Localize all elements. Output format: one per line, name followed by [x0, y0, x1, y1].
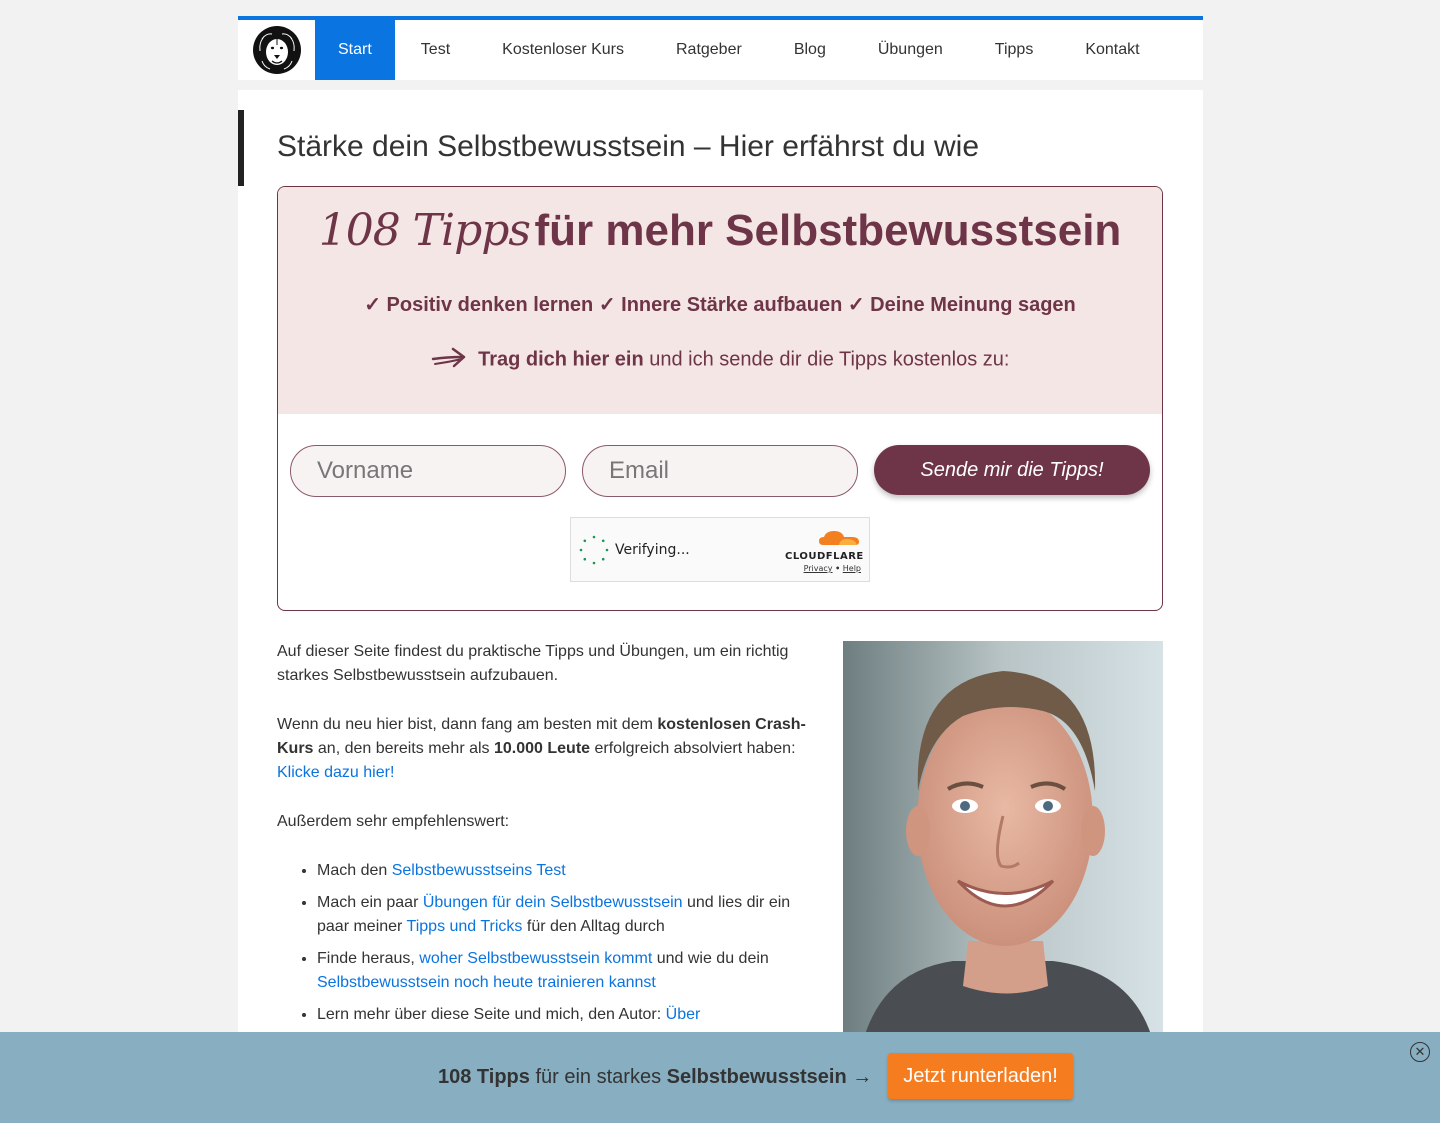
optin-cta-line: Trag dich hier ein und ich sende dir die… — [278, 345, 1162, 375]
sticky-bottom-bar: 108 Tipps für ein starkes Selbstbewussts… — [0, 1032, 1440, 1123]
firstname-input[interactable]: Vorname — [290, 445, 566, 497]
cloudflare-brand: CLOUDFLARE — [785, 551, 864, 562]
captcha-status: Verifying... — [615, 542, 690, 558]
main-navigation: Start Test Kostenloser Kurs Ratgeber Blo… — [238, 20, 1203, 80]
nav-item-start[interactable]: Start — [315, 20, 395, 80]
loading-spinner-icon — [579, 535, 609, 565]
captcha-help-link[interactable]: Help — [843, 564, 861, 573]
nav-item-tipps[interactable]: Tipps — [969, 20, 1060, 80]
tips-and-tricks-link[interactable]: Tipps und Tricks — [407, 918, 523, 935]
origin-link[interactable]: woher Selbstbewusstsein kommt — [419, 950, 652, 967]
send-tips-button[interactable]: Sende mir die Tipps! — [874, 445, 1150, 495]
hand-drawn-arrow-icon — [431, 345, 467, 375]
nav-item-blog[interactable]: Blog — [768, 20, 852, 80]
list-item: Mach den Selbstbewusstseins Test — [317, 859, 812, 883]
list-text: Mach den — [317, 862, 392, 879]
list-text: für den Alltag durch — [522, 918, 665, 935]
list-item: Lern mehr über diese Seite und mich, den… — [317, 1003, 812, 1027]
list-text: und wie du dein — [652, 950, 769, 967]
captcha-links: Privacy • Help — [785, 564, 861, 573]
nav-item-kostenloser-kurs[interactable]: Kostenloser Kurs — [476, 20, 650, 80]
title-accent-bar — [238, 110, 244, 186]
list-item: Finde heraus, woher Selbstbewusstsein ko… — [317, 947, 812, 995]
optin-cta-rest: und ich sende dir die Tipps kostenlos zu… — [649, 348, 1010, 371]
bottom-bar-plain-text: für ein starkes — [529, 1066, 667, 1088]
optin-headline-bold: für mehr Selbstbewusstsein — [534, 206, 1122, 255]
nav-item-ratgeber[interactable]: Ratgeber — [650, 20, 768, 80]
nav-item-uebungen[interactable]: Übungen — [852, 20, 969, 80]
main-content: Stärke dein Selbstbewusstsein – Hier erf… — [238, 90, 1203, 1123]
about-link[interactable]: Über — [666, 1006, 701, 1023]
self-confidence-test-link[interactable]: Selbstbewusstseins Test — [392, 862, 566, 879]
nav-item-kontakt[interactable]: Kontakt — [1059, 20, 1165, 80]
paragraph-text: an, den bereits mehr als — [313, 740, 494, 757]
list-text: Finde heraus, — [317, 950, 420, 967]
bottom-bar-bold-text: 108 Tipps — [438, 1066, 530, 1088]
captcha-privacy-link[interactable]: Privacy — [804, 564, 833, 573]
intro-paragraph: Auf dieser Seite findest du praktische T… — [277, 643, 789, 684]
email-input[interactable]: Email — [582, 445, 858, 497]
captcha-widget[interactable]: Verifying... CLOUDFLARE Privacy • Help — [570, 517, 870, 582]
optin-box: 108 Tipps für mehr Selbstbewusstsein ✓ P… — [277, 186, 1163, 611]
author-photo — [843, 641, 1163, 1041]
exercises-link[interactable]: Übungen für dein Selbstbewusstsein — [423, 894, 683, 911]
list-item: Mach ein paar Übungen für dein Selbstbew… — [317, 891, 812, 939]
list-text: Mach ein paar — [317, 894, 423, 911]
optin-headline-script: 108 Tipps — [318, 205, 531, 256]
train-today-link[interactable]: Selbstbewusstsein noch heute trainieren … — [317, 974, 656, 991]
bottom-bar-text: 108 Tipps für ein starkes Selbstbewussts… — [438, 1066, 872, 1089]
paragraph-text: Wenn du neu hier bist, dann fang am best… — [277, 716, 658, 733]
cloudflare-cloud-icon — [819, 531, 859, 545]
optin-headline: 108 Tipps für mehr Selbstbewusstsein — [278, 205, 1162, 256]
bottom-bar-bold-text: Selbstbewusstsein — [666, 1066, 847, 1088]
crash-course-paragraph: Wenn du neu hier bist, dann fang am best… — [277, 713, 812, 785]
paragraph-text: erfolgreich absolviert haben: — [590, 740, 796, 757]
optin-header: 108 Tipps für mehr Selbstbewusstsein ✓ P… — [278, 187, 1162, 414]
article-body: Auf dieser Seite findest du praktische T… — [277, 640, 812, 1035]
optin-cta-bold: Trag dich hier ein — [478, 348, 644, 371]
cloudflare-logo: CLOUDFLARE Privacy • Help — [785, 530, 864, 573]
captcha-link-separator: • — [835, 564, 841, 573]
recommendations-list: Mach den Selbstbewusstseins Test Mach ei… — [317, 859, 812, 1027]
download-button[interactable]: Jetzt runterladen! — [888, 1053, 1073, 1099]
crash-course-link[interactable]: Klicke dazu hier! — [277, 764, 394, 781]
right-arrow-icon: → — [846, 1066, 873, 1088]
page-title: Stärke dein Selbstbewusstsein – Hier erf… — [277, 130, 980, 163]
lion-logo-icon — [252, 26, 301, 74]
list-text: Lern mehr über diese Seite und mich, den… — [317, 1006, 666, 1023]
site-logo[interactable] — [238, 20, 315, 80]
close-icon[interactable]: ✕ — [1410, 1042, 1430, 1062]
recommended-heading: Außerdem sehr empfehlenswert: — [277, 813, 510, 830]
paragraph-bold-text: 10.000 Leute — [494, 740, 591, 757]
optin-benefits: ✓ Positiv denken lernen ✓ Innere Stärke … — [364, 294, 1076, 316]
nav-item-test[interactable]: Test — [395, 20, 476, 80]
